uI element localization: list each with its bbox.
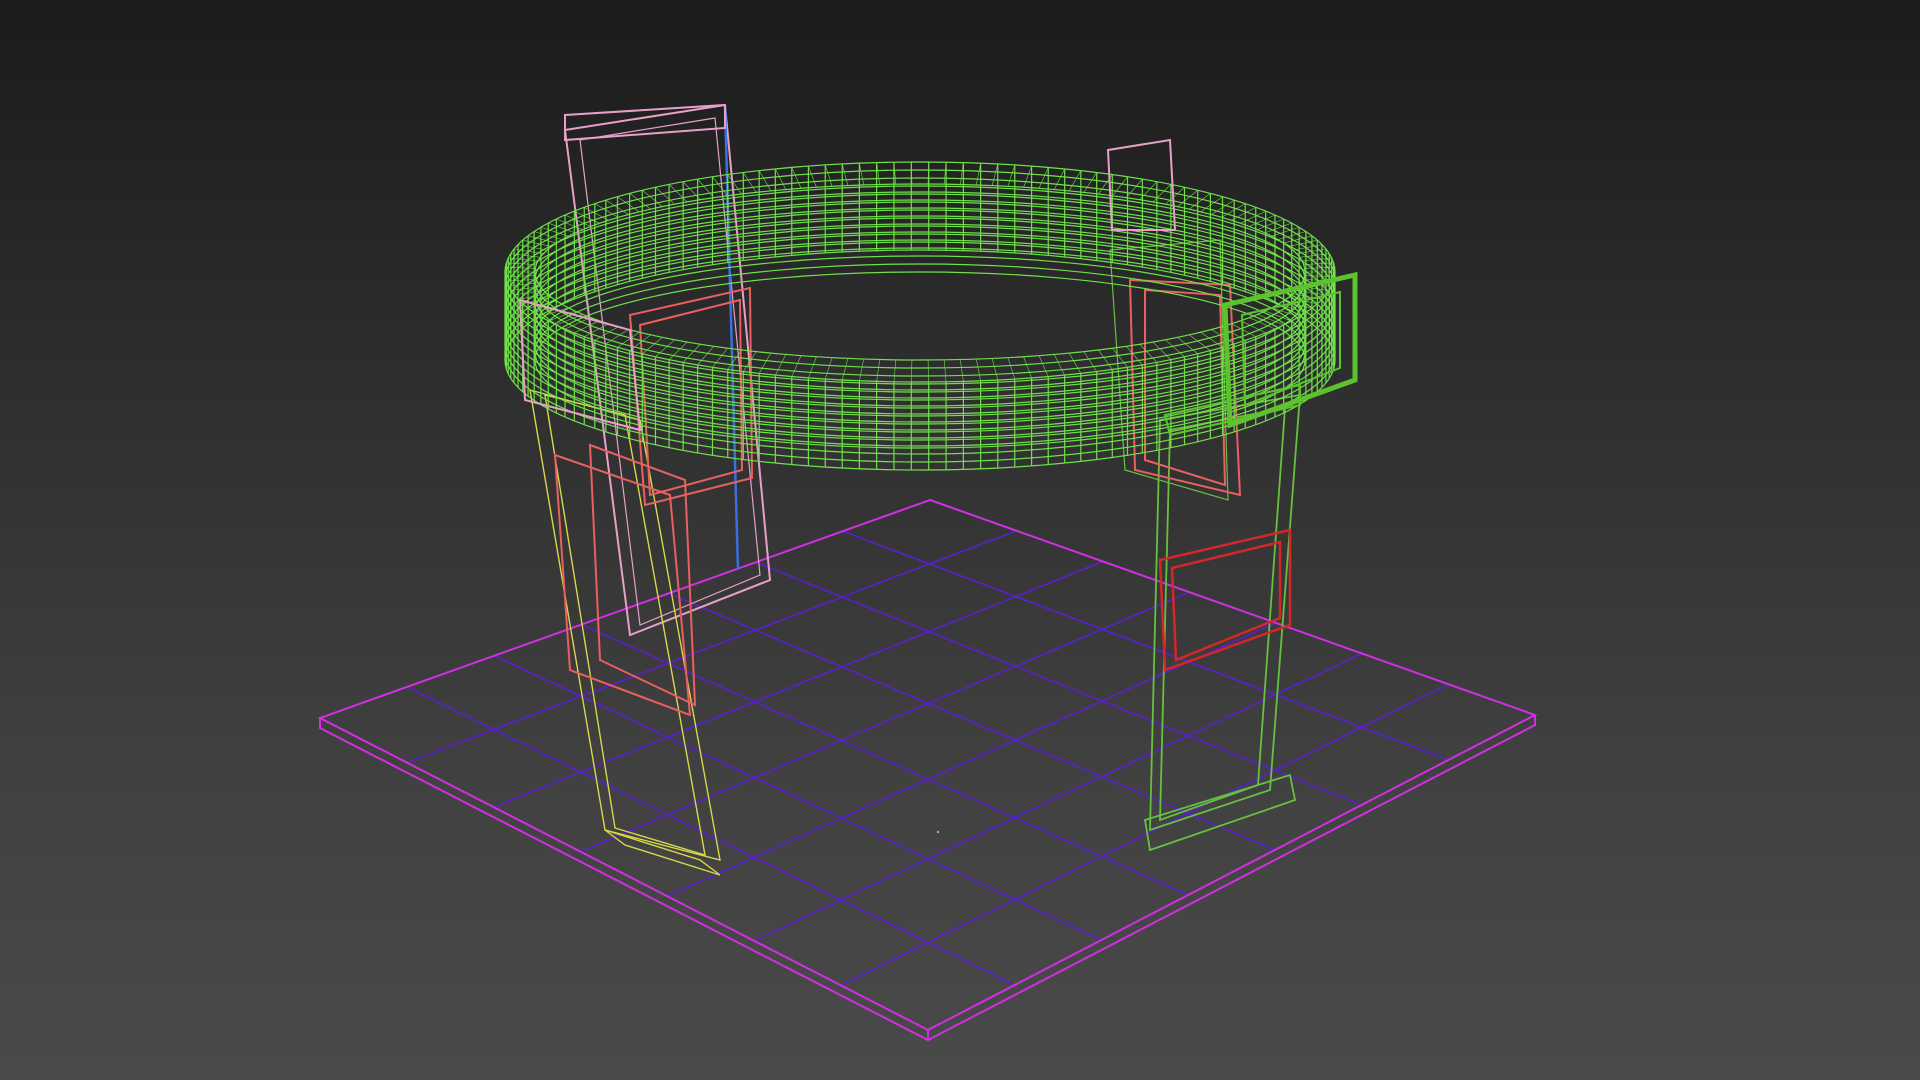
ring-spoke	[1053, 168, 1065, 190]
ground-plane-grid[interactable]	[317, 498, 1538, 1042]
ring-spoke	[859, 358, 865, 381]
ring-spoke	[775, 168, 787, 190]
ring-spoke	[841, 163, 849, 186]
grid-line	[580, 591, 1190, 853]
pivot-point	[936, 830, 940, 834]
ring-spoke	[1023, 165, 1032, 188]
ring-spoke	[991, 358, 999, 381]
ring-spoke	[1083, 172, 1097, 193]
ring-spoke	[505, 267, 536, 269]
ring-spoke	[1304, 275, 1335, 277]
grid-line	[493, 560, 1104, 808]
ring-spoke	[1068, 170, 1082, 192]
ring-spoke	[893, 359, 897, 382]
ring-spoke	[959, 359, 964, 382]
ring-spoke	[1007, 164, 1016, 187]
ring-spoke	[859, 163, 865, 186]
ring-spoke	[1304, 267, 1335, 269]
grid-line	[842, 530, 1449, 761]
ring-spoke	[943, 359, 947, 382]
ring-spoke	[975, 163, 981, 186]
grid-line	[406, 529, 1017, 764]
grid-line	[406, 686, 1016, 986]
ring-spoke	[1023, 356, 1032, 379]
ring-spoke	[808, 165, 817, 188]
grid-line	[753, 652, 1363, 942]
grid-line	[581, 623, 1189, 896]
ring-spoke	[841, 358, 849, 381]
ring-spoke	[727, 174, 742, 195]
ring-spoke	[808, 356, 817, 379]
ring-spoke	[824, 164, 833, 187]
ring-spoke	[911, 359, 913, 382]
ring-spoke	[1038, 167, 1049, 189]
wireframe-scene[interactable]	[0, 0, 1920, 1080]
ring-spoke	[1007, 357, 1016, 380]
ring-spoke	[758, 170, 772, 192]
ring-spoke	[1083, 351, 1097, 372]
ring-spoke	[758, 352, 772, 374]
ring-spoke	[876, 359, 881, 382]
ring-spoke	[1038, 355, 1049, 377]
ring-spoke	[743, 172, 757, 193]
ring-spoke	[991, 163, 999, 186]
ring-spoke	[505, 275, 536, 277]
ring-spoke	[1053, 354, 1065, 376]
ring-spoke	[927, 359, 929, 382]
ring-spoke	[975, 358, 981, 381]
ring-spoke	[775, 354, 787, 376]
ring-spoke	[824, 357, 833, 380]
ring-spoke	[791, 355, 802, 377]
ring-spoke	[1068, 352, 1082, 374]
ring-spoke	[791, 167, 802, 189]
grid-line	[840, 683, 1449, 987]
ring-spoke	[1098, 349, 1113, 370]
grid-line	[493, 654, 1102, 941]
3d-viewport[interactable]	[0, 0, 1920, 1080]
